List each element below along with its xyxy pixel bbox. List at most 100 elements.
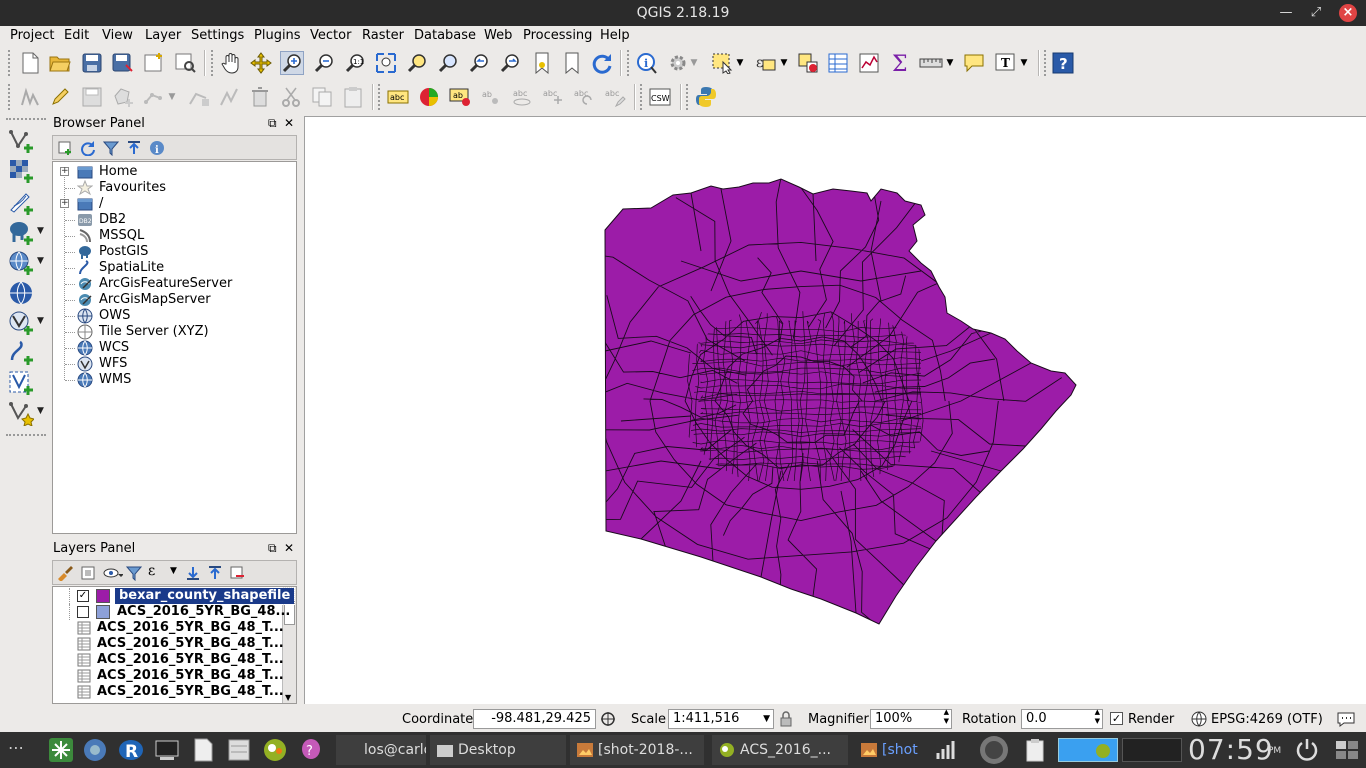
- toolbar-handle[interactable]: [378, 84, 384, 110]
- menu-project[interactable]: Project: [10, 28, 54, 43]
- close-panel-icon[interactable]: ✕: [284, 541, 294, 555]
- browser-icon[interactable]: [82, 737, 108, 763]
- county-map[interactable]: [305, 117, 1366, 705]
- show-bookmarks-icon[interactable]: [560, 51, 584, 75]
- browser-item-wfs[interactable]: WFS: [53, 356, 293, 372]
- expand-icon[interactable]: +: [60, 199, 69, 208]
- workspace-switcher[interactable]: [1122, 738, 1182, 762]
- close-panel-icon[interactable]: ✕: [284, 116, 294, 130]
- zoom-last-icon[interactable]: [467, 51, 491, 75]
- menu-web[interactable]: Web: [484, 28, 512, 43]
- save-project-icon[interactable]: [80, 51, 104, 75]
- filter-icon[interactable]: [102, 140, 120, 160]
- new-project-icon[interactable]: [18, 51, 42, 75]
- help-icon[interactable]: ?: [1051, 51, 1075, 75]
- new-shapefile-layer-icon[interactable]: [8, 400, 34, 426]
- desktop-switch-icon[interactable]: [1334, 737, 1360, 763]
- browser-item-db2[interactable]: DB2 DB2: [53, 212, 293, 228]
- rotate-label-icon[interactable]: abc: [572, 85, 596, 109]
- system-monitor-icon[interactable]: [934, 737, 960, 763]
- attribute-table-icon[interactable]: [826, 51, 850, 75]
- node-tool-icon[interactable]: [186, 85, 210, 109]
- spin-arrows-icon[interactable]: ▲ ▼: [1095, 708, 1100, 726]
- maximize-button[interactable]: ⤢: [1306, 3, 1326, 23]
- pan-to-selection-icon[interactable]: [249, 51, 273, 75]
- app-menu-icon[interactable]: ⋯: [8, 738, 24, 757]
- toolbar-handle[interactable]: [8, 84, 14, 110]
- layer-visibility-checkbox[interactable]: [77, 606, 89, 618]
- layer-visibility-checkbox[interactable]: ✓: [77, 590, 89, 602]
- show-hide-labels-icon[interactable]: abc: [510, 85, 534, 109]
- highlight-pinned-labels-icon[interactable]: ab: [448, 85, 472, 109]
- browser-item-arcgisfeatureserver[interactable]: ArcGisFeatureServer: [53, 276, 293, 292]
- task-terminal[interactable]: los@carlo...: [336, 735, 426, 765]
- layer-item-table[interactable]: ACS_2016_5YR_BG_48_T...: [53, 652, 284, 668]
- lock-icon[interactable]: [779, 711, 793, 731]
- toolbar-handle[interactable]: [686, 84, 692, 110]
- chevron-down-icon[interactable]: ▼: [37, 406, 44, 416]
- crs-globe-icon[interactable]: [1191, 711, 1207, 731]
- add-wms-layer-icon[interactable]: [8, 250, 34, 276]
- move-feature-icon[interactable]: [142, 85, 166, 109]
- scale-combobox[interactable]: 1:411,516 ▼: [668, 709, 774, 729]
- filter-by-expression-icon[interactable]: ε: [148, 563, 155, 579]
- zoom-in-icon[interactable]: [280, 51, 304, 75]
- toolbar-handle[interactable]: [211, 50, 217, 76]
- add-virtual-layer-icon[interactable]: [8, 370, 34, 396]
- map-tips-icon[interactable]: [962, 51, 986, 75]
- move-label-icon[interactable]: abc: [541, 85, 565, 109]
- power-icon[interactable]: [1294, 737, 1320, 763]
- menu-raster[interactable]: Raster: [362, 28, 404, 43]
- rotation-spinbox[interactable]: 0.0 ▲ ▼: [1021, 708, 1103, 729]
- layer-labeling-icon[interactable]: abc: [386, 85, 410, 109]
- text-editor-icon[interactable]: [190, 737, 216, 763]
- field-calculator-icon[interactable]: Σ: [888, 51, 912, 75]
- toggle-editing-icon[interactable]: [48, 85, 72, 109]
- chevron-down-icon[interactable]: ▼: [37, 256, 44, 266]
- chevron-down-icon[interactable]: ▼: [763, 711, 770, 727]
- layer-item-table[interactable]: ACS_2016_5YR_BG_48_T...: [53, 668, 284, 684]
- workspace-switcher-active[interactable]: [1058, 738, 1118, 762]
- refresh-icon[interactable]: [80, 140, 96, 160]
- layer-item-table[interactable]: ACS_2016_5YR_BG_48_T...: [53, 620, 284, 636]
- deselect-all-icon[interactable]: [796, 51, 820, 75]
- browser-item-spatialite[interactable]: SpatiaLite: [53, 260, 293, 276]
- statistical-summary-icon[interactable]: [857, 51, 881, 75]
- browser-item-arcgismapserver[interactable]: ArcGisMapServer: [53, 292, 293, 308]
- menu-processing[interactable]: Processing: [523, 28, 592, 43]
- task-qgis[interactable]: ACS_2016_...: [712, 735, 848, 765]
- zoom-next-icon[interactable]: [498, 51, 522, 75]
- clipboard-icon[interactable]: [1022, 737, 1048, 763]
- new-print-composer-icon[interactable]: [142, 51, 166, 75]
- add-wcs-layer-icon[interactable]: [8, 280, 34, 306]
- menu-plugins[interactable]: Plugins: [254, 28, 301, 43]
- pin-labels-icon[interactable]: ab: [479, 85, 503, 109]
- info-icon[interactable]: i: [149, 140, 165, 160]
- menu-layer[interactable]: Layer: [145, 28, 181, 43]
- menu-view[interactable]: View: [102, 28, 133, 43]
- add-delimited-text-layer-icon[interactable]: [8, 190, 34, 216]
- menu-settings[interactable]: Settings: [191, 28, 244, 43]
- add-vector-layer-icon[interactable]: [8, 128, 34, 154]
- chevron-down-icon[interactable]: ▼: [37, 316, 44, 326]
- browser-item-mssql[interactable]: MSSQL: [53, 228, 293, 244]
- menu-help[interactable]: Help: [600, 28, 630, 43]
- browser-item-favourites[interactable]: Favourites: [53, 179, 293, 196]
- minimize-button[interactable]: —: [1276, 3, 1296, 23]
- measure-line-icon[interactable]: [919, 51, 943, 75]
- browser-item-wms[interactable]: WMS: [53, 372, 293, 388]
- filter-legend-icon[interactable]: [125, 565, 143, 585]
- r-language-icon[interactable]: R: [118, 737, 144, 763]
- browser-item-home[interactable]: + Home: [53, 164, 293, 180]
- refresh-icon[interactable]: [590, 51, 614, 75]
- zoom-actual-size-icon[interactable]: 1:1: [343, 51, 367, 75]
- mouse-coordinate-toggle-icon[interactable]: [600, 711, 616, 731]
- browser-item-ows[interactable]: OWS: [53, 308, 293, 324]
- postgresql-admin-icon[interactable]: ?: [298, 737, 324, 763]
- copy-features-icon[interactable]: [310, 85, 334, 109]
- spin-arrows-icon[interactable]: ▲ ▼: [944, 708, 949, 726]
- browser-item-wcs[interactable]: WCS: [53, 340, 293, 356]
- menu-edit[interactable]: Edit: [64, 28, 89, 43]
- zoom-full-icon[interactable]: [374, 51, 398, 75]
- close-button[interactable]: ×: [1339, 4, 1357, 22]
